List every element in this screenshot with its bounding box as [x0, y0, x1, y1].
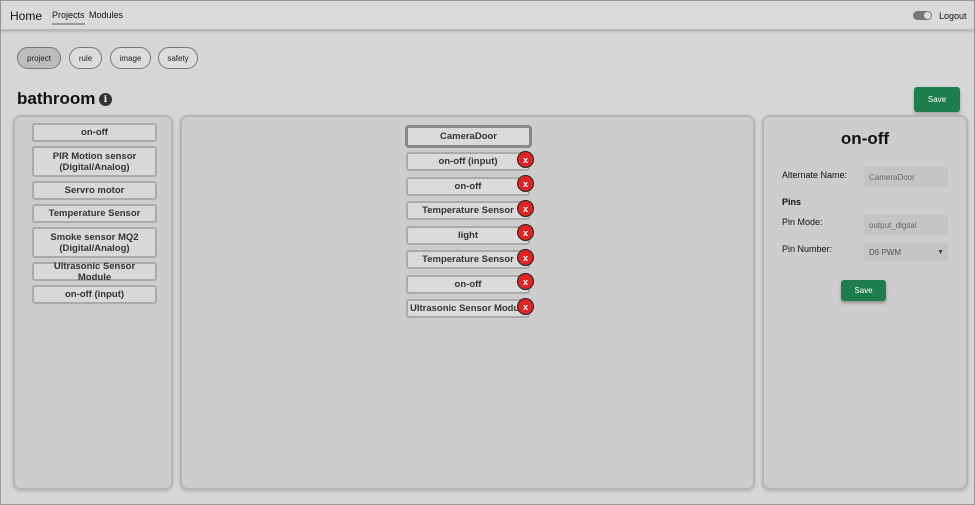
- theme-toggle[interactable]: [913, 11, 932, 20]
- tab-image[interactable]: image: [110, 47, 151, 69]
- pin-mode-label: Pin Mode:: [782, 217, 823, 227]
- module-item-temperature-sensor[interactable]: Temperature Sensor: [32, 204, 157, 223]
- module-item-servo-motor[interactable]: Servro motor: [32, 181, 157, 200]
- module-item-pir-motion-sensor[interactable]: PIR Motion sensor (Digital/Analog): [32, 146, 157, 177]
- save-project-button[interactable]: Save: [914, 87, 960, 112]
- toggle-knob: [924, 12, 931, 19]
- canvas-item[interactable]: light: [406, 226, 530, 245]
- module-list-panel: on-off PIR Motion sensor (Digital/Analog…: [13, 115, 173, 490]
- module-item-on-off-input[interactable]: on-off (input): [32, 285, 157, 304]
- module-item-on-off[interactable]: on-off: [32, 123, 157, 142]
- module-item-ultrasonic-sensor[interactable]: Ultrasonic Sensor Module: [32, 261, 157, 283]
- info-icon[interactable]: i: [99, 93, 112, 106]
- alternate-name-label: Alternate Name:: [782, 170, 848, 180]
- chevron-down-icon: ▼: [937, 248, 944, 256]
- canvas-item[interactable]: Ultrasonic Sensor Module: [406, 299, 530, 318]
- top-nav: Home Projects Modules Logout: [1, 1, 974, 31]
- module-item-smoke-sensor[interactable]: Smoke sensor MQ2 (Digital/Analog): [32, 227, 157, 258]
- remove-item-button[interactable]: x: [517, 249, 534, 266]
- remove-item-button[interactable]: x: [517, 151, 534, 168]
- tab-safety[interactable]: safety: [158, 47, 198, 69]
- canvas-item[interactable]: on-off (input): [406, 152, 530, 171]
- canvas-item[interactable]: Temperature Sensor: [406, 201, 530, 220]
- detail-title: on-off: [840, 129, 890, 148]
- tab-rule[interactable]: rule: [69, 47, 102, 69]
- module-detail-panel: on-off Alternate Name: CameraDoor Pins P…: [762, 115, 968, 490]
- save-module-button[interactable]: Save: [841, 280, 886, 301]
- canvas-item[interactable]: Temperature Sensor: [406, 250, 530, 269]
- canvas-item[interactable]: on-off: [406, 275, 530, 294]
- nav-modules-link[interactable]: Modules: [89, 10, 123, 20]
- tab-project[interactable]: project: [17, 47, 61, 69]
- canvas-panel: CameraDoor on-off (input) x on-off x Tem…: [180, 115, 755, 490]
- canvas-item[interactable]: on-off: [406, 177, 530, 196]
- remove-item-button[interactable]: x: [517, 273, 534, 290]
- remove-item-button[interactable]: x: [517, 298, 534, 315]
- pin-mode-field[interactable]: output_digital: [864, 215, 948, 235]
- pin-number-value: D6 PWM: [869, 247, 901, 257]
- nav-home-link[interactable]: Home: [10, 9, 42, 23]
- alternate-name-input[interactable]: CameraDoor: [864, 167, 948, 187]
- logout-link[interactable]: Logout: [939, 11, 967, 21]
- remove-item-button[interactable]: x: [517, 175, 534, 192]
- pin-number-label: Pin Number:: [782, 244, 833, 254]
- canvas-device-title[interactable]: CameraDoor: [405, 125, 532, 148]
- remove-item-button[interactable]: x: [517, 200, 534, 217]
- page-title: bathroom: [17, 89, 96, 108]
- pins-heading: Pins: [782, 197, 802, 207]
- nav-projects-link[interactable]: Projects: [52, 10, 85, 25]
- pin-number-select[interactable]: D6 PWM ▼: [864, 242, 948, 262]
- remove-item-button[interactable]: x: [517, 224, 534, 241]
